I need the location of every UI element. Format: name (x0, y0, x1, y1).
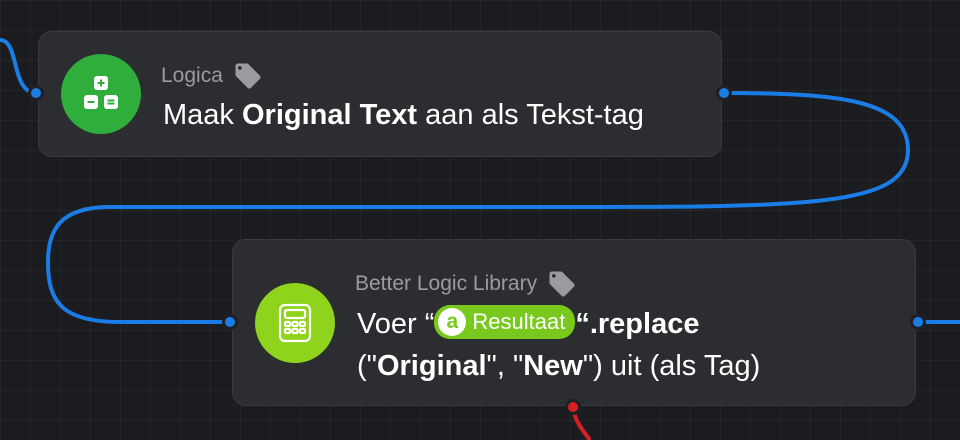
output-port-node2[interactable] (910, 314, 926, 330)
card-title: Maak Original Text aan als Tekst-tag (163, 99, 644, 131)
logic-blocks-icon (61, 54, 141, 134)
category-label: Logica (161, 64, 223, 87)
tag-icon (235, 63, 261, 89)
error-port-node2[interactable] (565, 399, 581, 415)
calculator-icon (255, 283, 335, 363)
category-label: Better Logic Library (355, 272, 538, 295)
input-port-node1[interactable] (28, 85, 44, 101)
card-category: Better Logic Library (355, 269, 577, 299)
input-port-node2[interactable] (222, 314, 238, 330)
tag-label: Resultaat (472, 309, 566, 335)
tag-avatar: a (438, 308, 467, 337)
tag-icon (549, 271, 575, 297)
output-port-node1[interactable] (716, 85, 732, 101)
card-title: Voer “a Resultaat “.replace ("Original", "… (357, 303, 760, 387)
card-category: Logica (161, 61, 263, 91)
card-title-line-2: ("Original", "New") uit (als Tag) (357, 350, 761, 382)
flow-card-create-tag[interactable]: Logica Maak Original Text aan als Tekst-… (38, 31, 722, 157)
flow-card-replace[interactable]: Better Logic Library Voer “a Resultaat “.r… (232, 239, 916, 406)
card-title-line-1: Voer “a Resultaat “.replace (357, 303, 760, 345)
tag-token[interactable]: a Resultaat (434, 305, 576, 340)
